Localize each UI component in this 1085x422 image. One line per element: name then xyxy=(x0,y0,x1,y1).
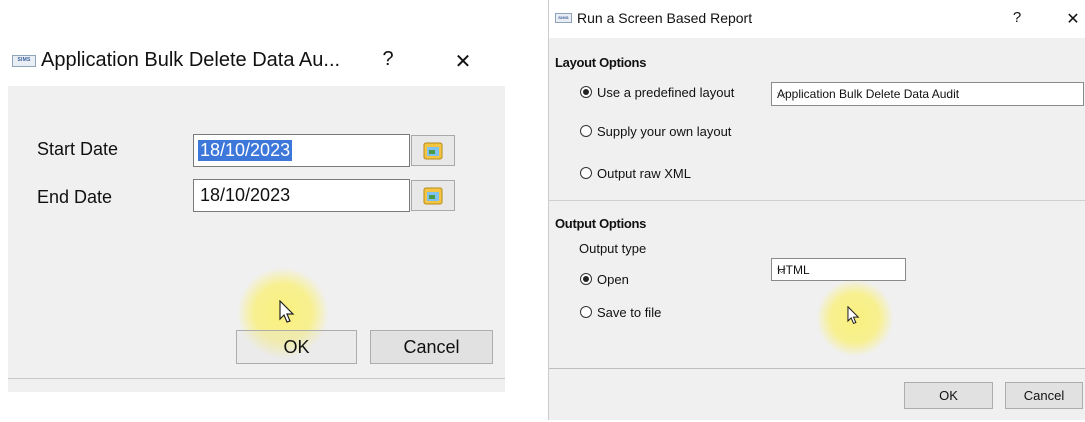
dialog-titlebar: SIMS Application Bulk Delete Data Au... … xyxy=(8,36,505,86)
radio-raw-xml[interactable] xyxy=(580,167,592,179)
start-date-label: Start Date xyxy=(37,139,119,159)
end-date-label: End Date xyxy=(37,187,113,207)
close-button[interactable]: ✕ xyxy=(451,49,475,74)
app-icon: SIMS xyxy=(12,55,36,67)
mouse-cursor-icon xyxy=(847,306,860,325)
app-icon: SIMS xyxy=(555,13,572,23)
radio-own-layout[interactable] xyxy=(580,125,592,137)
cancel-button[interactable]: Cancel xyxy=(1005,382,1083,409)
calendar-icon xyxy=(423,187,443,205)
open-label: Open xyxy=(597,272,629,287)
radio-predefined-layout[interactable] xyxy=(580,86,592,98)
raw-xml-label: Output raw XML xyxy=(597,166,691,181)
bottom-divider xyxy=(8,378,505,379)
calendar-icon xyxy=(423,142,443,160)
mouse-cursor-icon xyxy=(279,300,295,323)
bulk-delete-dialog: SIMS Application Bulk Delete Data Au... … xyxy=(8,36,505,392)
output-type-select[interactable]: HTML ⌵ xyxy=(771,258,906,281)
section-divider xyxy=(549,200,1085,201)
save-to-file-label: Save to file xyxy=(597,305,662,320)
dialog-title: Run a Screen Based Report xyxy=(577,10,753,26)
own-layout-label: Supply your own layout xyxy=(597,124,732,139)
run-report-dialog: SIMS Run a Screen Based Report ? ✕ Layou… xyxy=(548,0,1085,420)
chevron-down-icon: ⌵ xyxy=(777,262,787,276)
close-button[interactable]: ✕ xyxy=(1064,9,1082,29)
cancel-button[interactable]: Cancel xyxy=(370,330,493,364)
start-date-value: 18/10/2023 xyxy=(198,140,293,161)
help-button[interactable]: ? xyxy=(1009,9,1025,26)
help-button[interactable]: ? xyxy=(378,48,398,71)
radio-save-to-file[interactable] xyxy=(580,306,592,318)
footer-divider xyxy=(549,368,1085,369)
output-options-heading: Output Options xyxy=(555,216,647,231)
predefined-layout-label: Use a predefined layout xyxy=(597,85,735,100)
radio-open[interactable] xyxy=(580,273,592,285)
start-date-calendar-button[interactable] xyxy=(411,135,455,166)
start-date-field[interactable]: 18/10/2023 xyxy=(193,134,410,167)
chevron-down-icon: ⌵ xyxy=(777,86,787,100)
end-date-value: 18/10/2023 xyxy=(200,185,291,205)
dialog-title: Application Bulk Delete Data Au... xyxy=(41,49,341,71)
dialog-titlebar: SIMS Run a Screen Based Report ? ✕ xyxy=(549,0,1085,38)
ok-button[interactable]: OK xyxy=(236,330,357,364)
ok-button[interactable]: OK xyxy=(904,382,993,409)
output-type-label: Output type xyxy=(579,241,647,256)
layout-select[interactable]: Application Bulk Delete Data Audit ⌵ xyxy=(771,82,1084,106)
end-date-calendar-button[interactable] xyxy=(411,180,455,211)
end-date-field[interactable]: 18/10/2023 xyxy=(193,179,410,212)
layout-options-heading: Layout Options xyxy=(555,55,647,70)
